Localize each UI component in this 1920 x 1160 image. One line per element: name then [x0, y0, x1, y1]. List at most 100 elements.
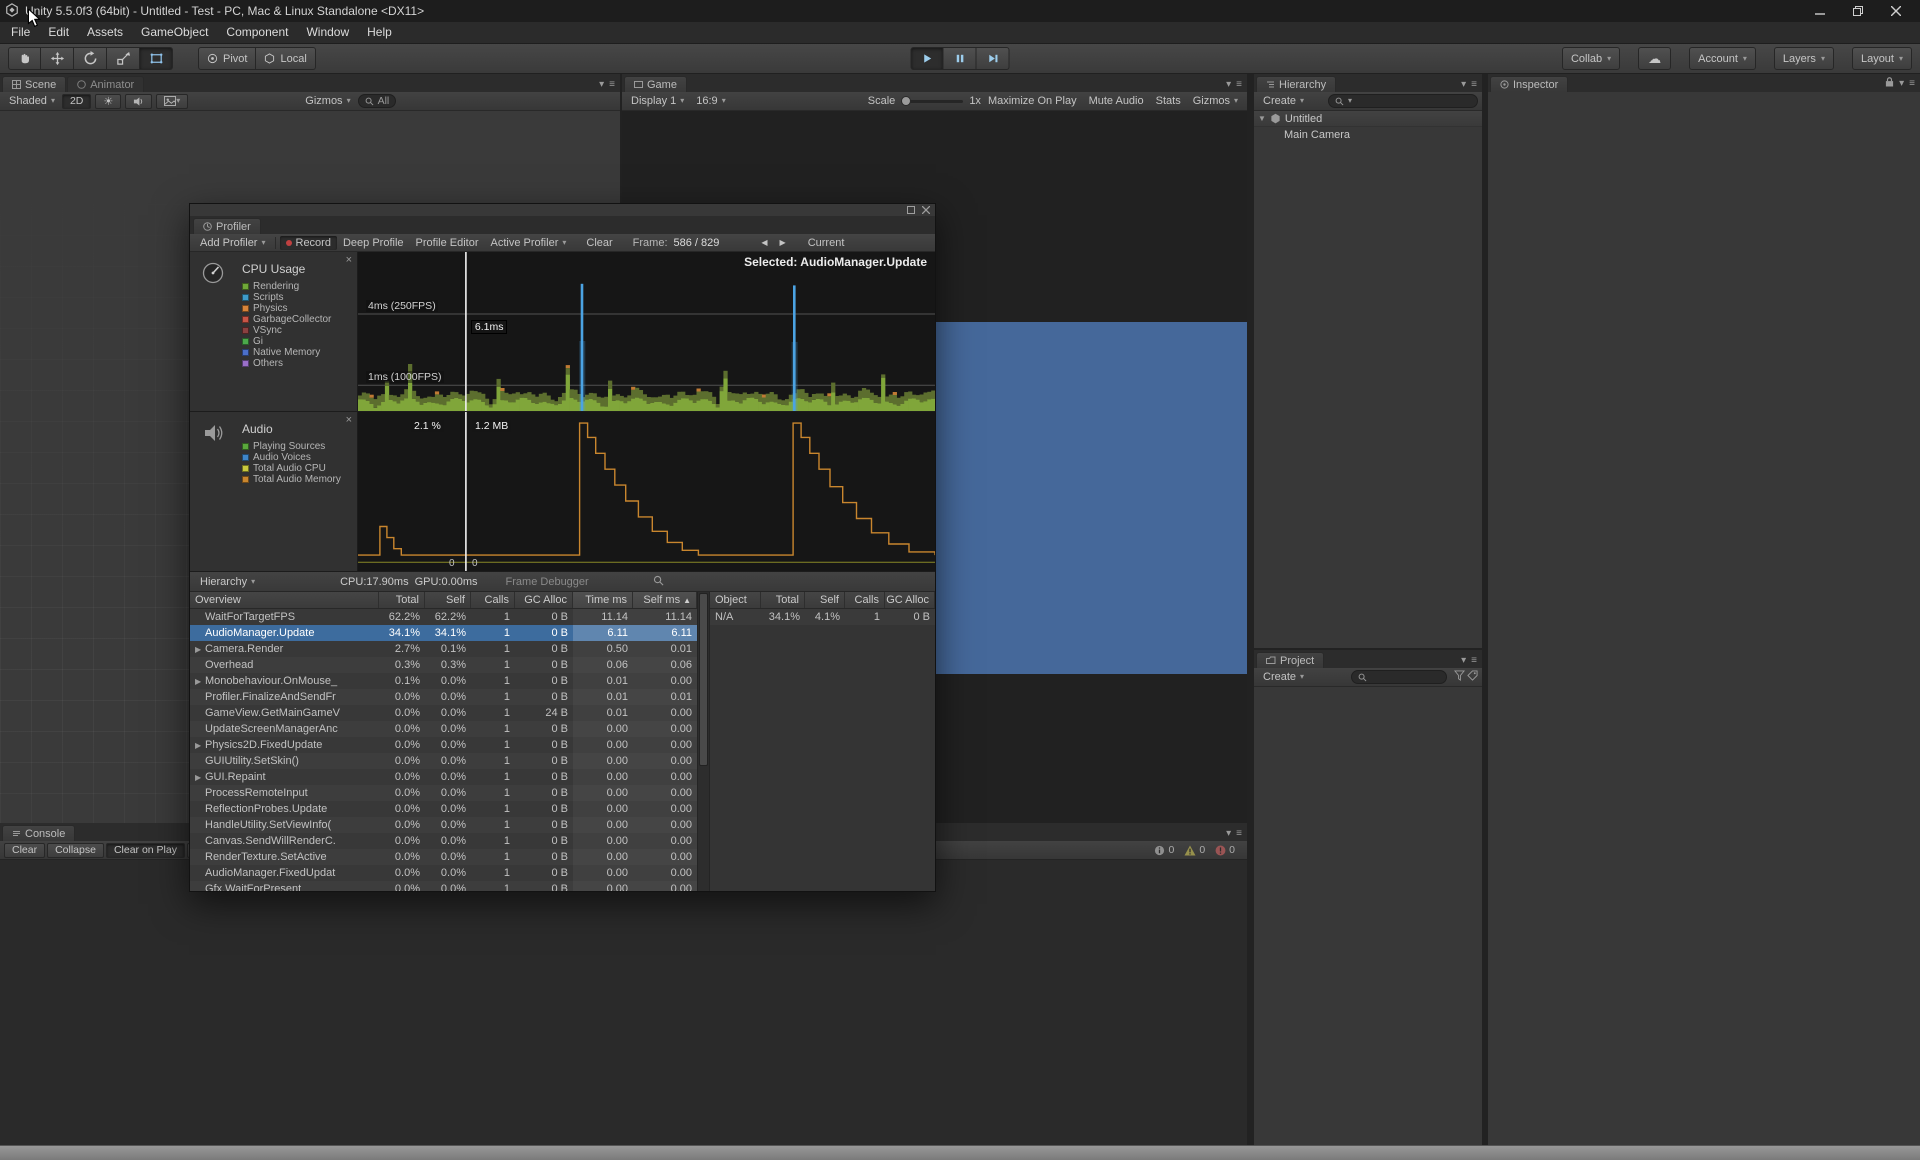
- info-count[interactable]: 0: [1154, 844, 1174, 856]
- add-profiler-dropdown[interactable]: Add Profiler▾: [195, 235, 271, 251]
- profiler-maximize-icon[interactable]: [907, 203, 915, 217]
- profiler-table-row[interactable]: Overhead0.3%0.3%10 B0.060.06: [190, 657, 697, 673]
- menu-gameobject[interactable]: GameObject: [132, 22, 217, 43]
- account-dropdown[interactable]: Account▾: [1689, 47, 1756, 70]
- pane-menu-icon[interactable]: ≡: [609, 79, 615, 90]
- pause-button[interactable]: [944, 47, 977, 70]
- tab-hierarchy[interactable]: Hierarchy: [1256, 76, 1336, 92]
- current-frame-button[interactable]: Current: [802, 236, 851, 250]
- tab-inspector[interactable]: Inspector: [1490, 76, 1568, 92]
- cpu-legend-vsync[interactable]: VSync: [242, 325, 331, 336]
- profiler-table-row[interactable]: ▶Physics2D.FixedUpdate0.0%0.0%10 B0.000.…: [190, 737, 697, 753]
- step-button[interactable]: [977, 47, 1010, 70]
- tab-profiler[interactable]: Profiler: [193, 218, 261, 234]
- profiler-table-row[interactable]: ReflectionProbes.Update0.0%0.0%10 B0.000…: [190, 801, 697, 817]
- selected-frame-line[interactable]: [465, 252, 467, 411]
- profiler-table-row[interactable]: ▶GUI.Repaint0.0%0.0%10 B0.000.00: [190, 769, 697, 785]
- cpu-legend-scripts[interactable]: Scripts: [242, 292, 331, 303]
- project-create-dropdown[interactable]: Create▾: [1258, 669, 1309, 685]
- menu-edit[interactable]: Edit: [39, 22, 78, 43]
- tab-scene[interactable]: Scene: [2, 76, 66, 92]
- detail-row[interactable]: N/A34.1%4.1%10 B: [710, 609, 935, 625]
- column-header-self-ms[interactable]: Self ms▲: [633, 592, 697, 608]
- profiler-table-row[interactable]: GUIUtility.SetSkin()0.0%0.0%10 B0.000.00: [190, 753, 697, 769]
- column-header-gc-alloc[interactable]: GC Alloc: [515, 592, 573, 608]
- aspect-ratio-dropdown[interactable]: 16:9▾: [691, 93, 730, 109]
- profiler-table-row[interactable]: AudioManager.FixedUpdat0.0%0.0%10 B0.000…: [190, 865, 697, 881]
- audio-legend-total-audio-cpu[interactable]: Total Audio CPU: [242, 463, 341, 474]
- profiler-table-row[interactable]: GameView.GetMainGameV0.0%0.0%124 B0.010.…: [190, 705, 697, 721]
- profiler-table-row[interactable]: HandleUtility.SetViewInfo(0.0%0.0%10 B0.…: [190, 817, 697, 833]
- pane-menu-icon[interactable]: ≡: [1471, 79, 1477, 90]
- scale-slider-knob[interactable]: [901, 96, 911, 106]
- cpu-module-close-icon[interactable]: ×: [346, 254, 352, 266]
- selected-frame-line[interactable]: [465, 412, 467, 571]
- filter-by-type-icon[interactable]: [1454, 670, 1465, 684]
- profiler-table-row[interactable]: UpdateScreenManagerAnc0.0%0.0%10 B0.000.…: [190, 721, 697, 737]
- detail-column-header-total[interactable]: Total: [761, 592, 805, 608]
- profiler-table-row[interactable]: Gfx.WaitForPresent0.0%0.0%10 B0.000.00: [190, 881, 697, 891]
- pane-dropdown-icon[interactable]: ▾: [1461, 79, 1466, 90]
- pivot-button[interactable]: Pivot: [198, 47, 256, 70]
- column-header-calls[interactable]: Calls: [471, 592, 515, 608]
- menu-component[interactable]: Component: [217, 22, 297, 43]
- game-gizmos-dropdown[interactable]: Gizmos▾: [1188, 93, 1243, 109]
- hand-tool-button[interactable]: [8, 47, 41, 70]
- pane-menu-icon[interactable]: ≡: [1471, 655, 1477, 666]
- profiler-table-row[interactable]: ▶Camera.Render2.7%0.1%10 B0.500.01: [190, 641, 697, 657]
- error-count[interactable]: 0: [1215, 844, 1235, 856]
- next-frame-button[interactable]: ▶: [774, 236, 792, 250]
- profiler-table-row[interactable]: AudioManager.Update34.1%34.1%10 B6.116.1…: [190, 625, 697, 641]
- project-search-input[interactable]: [1351, 670, 1447, 684]
- audio-chart[interactable]: 2.1 %1.2 MB00: [358, 412, 935, 571]
- detail-column-header-gc-alloc[interactable]: GC Alloc: [885, 592, 935, 608]
- column-header-overview[interactable]: Overview: [190, 592, 379, 608]
- tab-game[interactable]: Game: [624, 76, 687, 92]
- play-button[interactable]: [911, 47, 944, 70]
- scene-search-input[interactable]: All: [358, 94, 397, 108]
- console-clear-button[interactable]: Clear: [4, 843, 45, 858]
- profiler-close-icon[interactable]: [922, 203, 930, 217]
- lock-icon[interactable]: [1885, 77, 1894, 90]
- scene-lighting-button[interactable]: ☀: [95, 94, 121, 109]
- scale-tool-button[interactable]: [107, 47, 140, 70]
- column-header-self[interactable]: Self: [425, 592, 471, 608]
- display-dropdown[interactable]: Display 1▾: [626, 93, 689, 109]
- deep-profile-toggle[interactable]: Deep Profile: [337, 236, 410, 250]
- frame-debugger-button[interactable]: Frame Debugger: [506, 576, 589, 588]
- hierarchy-item-main-camera[interactable]: Main Camera: [1254, 127, 1482, 143]
- profiler-table-row[interactable]: Profiler.FinalizeAndSendFr0.0%0.0%10 B0.…: [190, 689, 697, 705]
- collab-dropdown[interactable]: Collab▾: [1562, 47, 1620, 70]
- scene-effects-dropdown[interactable]: ▾: [156, 94, 188, 109]
- profiler-table-row[interactable]: ProcessRemoteInput0.0%0.0%10 B0.000.00: [190, 785, 697, 801]
- maximize-on-play-toggle[interactable]: Maximize On Play: [983, 93, 1082, 109]
- close-button[interactable]: [1877, 0, 1915, 22]
- cpu-legend-gi[interactable]: Gi: [242, 336, 331, 347]
- console-log-area[interactable]: [0, 859, 1247, 1145]
- scrollbar-thumb[interactable]: [699, 593, 708, 766]
- cpu-legend-rendering[interactable]: Rendering: [242, 281, 331, 292]
- minimize-button[interactable]: [1801, 0, 1839, 22]
- pane-menu-icon[interactable]: ≡: [1236, 828, 1242, 839]
- detail-column-header-calls[interactable]: Calls: [845, 592, 885, 608]
- cpu-legend-physics[interactable]: Physics: [242, 303, 331, 314]
- local-button[interactable]: Local: [256, 47, 315, 70]
- shading-mode-dropdown[interactable]: Shaded▾: [4, 93, 60, 109]
- menu-window[interactable]: Window: [297, 22, 358, 43]
- hierarchy-create-dropdown[interactable]: Create▾: [1258, 93, 1309, 109]
- scene-audio-button[interactable]: [125, 94, 152, 109]
- cpu-legend-native-memory[interactable]: Native Memory: [242, 347, 331, 358]
- pane-dropdown-icon[interactable]: ▾: [1226, 79, 1231, 90]
- scale-slider[interactable]: [901, 100, 963, 103]
- pane-menu-icon[interactable]: ≡: [1909, 78, 1915, 89]
- clear-button[interactable]: Clear: [580, 236, 618, 250]
- rotate-tool-button[interactable]: [74, 47, 107, 70]
- mute-audio-toggle[interactable]: Mute Audio: [1084, 93, 1149, 109]
- active-profiler-dropdown[interactable]: Active Profiler▾: [485, 236, 573, 250]
- stats-toggle[interactable]: Stats: [1151, 93, 1186, 109]
- scene-gizmos-dropdown[interactable]: Gizmos▾: [300, 93, 355, 109]
- console-clear-on-play-button[interactable]: Clear on Play: [106, 843, 185, 858]
- cpu-legend-garbagecollector[interactable]: GarbageCollector: [242, 314, 331, 325]
- profiler-view-mode-dropdown[interactable]: Hierarchy▾: [195, 574, 260, 590]
- move-tool-button[interactable]: [41, 47, 74, 70]
